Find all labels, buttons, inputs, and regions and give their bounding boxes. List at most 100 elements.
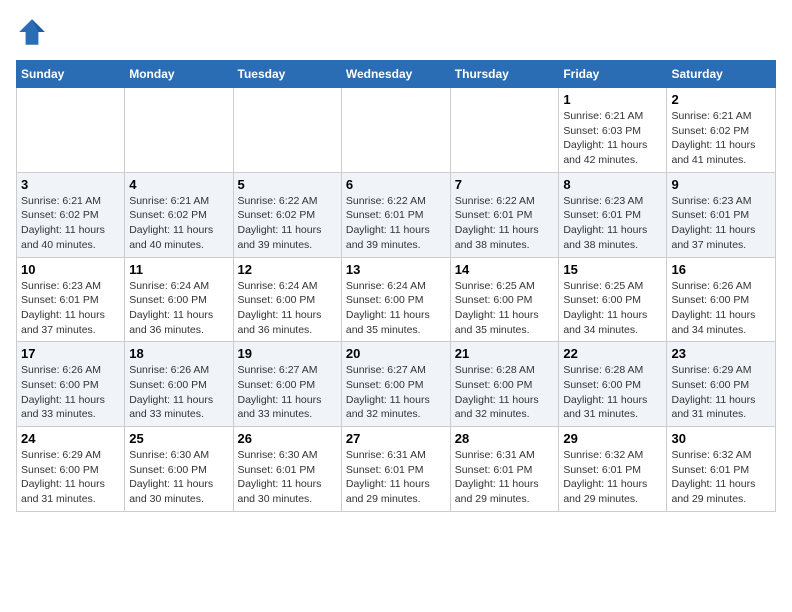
day-number: 4 [129, 177, 228, 192]
calendar-cell: 7 Sunrise: 6:22 AM Sunset: 6:01 PM Daylig… [450, 172, 559, 257]
logo-icon [16, 16, 48, 48]
calendar-cell: 20 Sunrise: 6:27 AM Sunset: 6:00 PM Dayli… [341, 342, 450, 427]
calendar-cell: 23 Sunrise: 6:29 AM Sunset: 6:00 PM Dayli… [667, 342, 776, 427]
calendar-cell [233, 88, 341, 173]
day-info: Sunrise: 6:30 AM Sunset: 6:01 PM Dayligh… [238, 448, 337, 507]
calendar-cell [341, 88, 450, 173]
day-info: Sunrise: 6:30 AM Sunset: 6:00 PM Dayligh… [129, 448, 228, 507]
day-number: 5 [238, 177, 337, 192]
day-number: 12 [238, 262, 337, 277]
calendar-cell: 5 Sunrise: 6:22 AM Sunset: 6:02 PM Daylig… [233, 172, 341, 257]
day-of-week-header: Sunday [17, 61, 125, 88]
calendar-cell: 11Sunrise: 6:24 AM Sunset: 6:00 PM Dayli… [125, 257, 233, 342]
calendar-cell: 24 Sunrise: 6:29 AM Sunset: 6:00 PM Dayli… [17, 427, 125, 512]
day-of-week-header: Wednesday [341, 61, 450, 88]
day-number: 11 [129, 262, 228, 277]
calendar-table: SundayMondayTuesdayWednesdayThursdayFrid… [16, 60, 776, 512]
day-of-week-header: Saturday [667, 61, 776, 88]
calendar-week-row: 10 Sunrise: 6:23 AM Sunset: 6:01 PM Dayli… [17, 257, 776, 342]
calendar-cell: 1Sunrise: 6:21 AM Sunset: 6:03 PM Daylig… [559, 88, 667, 173]
day-info: Sunrise: 6:28 AM Sunset: 6:00 PM Dayligh… [563, 363, 662, 422]
day-info: Sunrise: 6:23 AM Sunset: 6:01 PM Dayligh… [21, 279, 120, 338]
day-info: Sunrise: 6:32 AM Sunset: 6:01 PM Dayligh… [671, 448, 771, 507]
day-info: Sunrise: 6:29 AM Sunset: 6:00 PM Dayligh… [21, 448, 120, 507]
calendar-cell: 28 Sunrise: 6:31 AM Sunset: 6:01 PM Dayli… [450, 427, 559, 512]
calendar-cell: 16 Sunrise: 6:26 AM Sunset: 6:00 PM Dayli… [667, 257, 776, 342]
day-number: 13 [346, 262, 446, 277]
day-number: 16 [671, 262, 771, 277]
calendar-cell [125, 88, 233, 173]
calendar-week-row: 3 Sunrise: 6:21 AM Sunset: 6:02 PM Daylig… [17, 172, 776, 257]
day-info: Sunrise: 6:21 AM Sunset: 6:02 PM Dayligh… [21, 194, 120, 253]
calendar-cell: 2 Sunrise: 6:21 AM Sunset: 6:02 PM Daylig… [667, 88, 776, 173]
calendar-cell: 21Sunrise: 6:28 AM Sunset: 6:00 PM Dayli… [450, 342, 559, 427]
day-info: Sunrise: 6:31 AM Sunset: 6:01 PM Dayligh… [455, 448, 555, 507]
day-info: Sunrise: 6:26 AM Sunset: 6:00 PM Dayligh… [21, 363, 120, 422]
day-number: 6 [346, 177, 446, 192]
calendar-header-row: SundayMondayTuesdayWednesdayThursdayFrid… [17, 61, 776, 88]
day-info: Sunrise: 6:22 AM Sunset: 6:01 PM Dayligh… [455, 194, 555, 253]
day-info: Sunrise: 6:29 AM Sunset: 6:00 PM Dayligh… [671, 363, 771, 422]
calendar-cell: 17 Sunrise: 6:26 AM Sunset: 6:00 PM Dayli… [17, 342, 125, 427]
calendar-cell: 18 Sunrise: 6:26 AM Sunset: 6:00 PM Dayli… [125, 342, 233, 427]
day-number: 28 [455, 431, 555, 446]
day-number: 20 [346, 346, 446, 361]
calendar-cell: 26 Sunrise: 6:30 AM Sunset: 6:01 PM Dayli… [233, 427, 341, 512]
calendar-cell: 25 Sunrise: 6:30 AM Sunset: 6:00 PM Dayli… [125, 427, 233, 512]
day-info: Sunrise: 6:26 AM Sunset: 6:00 PM Dayligh… [129, 363, 228, 422]
day-info: Sunrise: 6:22 AM Sunset: 6:02 PM Dayligh… [238, 194, 337, 253]
calendar-cell: 8 Sunrise: 6:23 AM Sunset: 6:01 PM Daylig… [559, 172, 667, 257]
day-number: 8 [563, 177, 662, 192]
calendar-week-row: 24 Sunrise: 6:29 AM Sunset: 6:00 PM Dayli… [17, 427, 776, 512]
day-number: 2 [671, 92, 771, 107]
day-number: 25 [129, 431, 228, 446]
calendar-cell: 19Sunrise: 6:27 AM Sunset: 6:00 PM Dayli… [233, 342, 341, 427]
calendar-cell: 3 Sunrise: 6:21 AM Sunset: 6:02 PM Daylig… [17, 172, 125, 257]
day-number: 24 [21, 431, 120, 446]
day-info: Sunrise: 6:23 AM Sunset: 6:01 PM Dayligh… [563, 194, 662, 253]
day-number: 27 [346, 431, 446, 446]
day-info: Sunrise: 6:21 AM Sunset: 6:02 PM Dayligh… [671, 109, 771, 168]
day-number: 29 [563, 431, 662, 446]
day-number: 9 [671, 177, 771, 192]
day-of-week-header: Tuesday [233, 61, 341, 88]
calendar-cell: 13 Sunrise: 6:24 AM Sunset: 6:00 PM Dayli… [341, 257, 450, 342]
calendar-cell: 10 Sunrise: 6:23 AM Sunset: 6:01 PM Dayli… [17, 257, 125, 342]
day-info: Sunrise: 6:32 AM Sunset: 6:01 PM Dayligh… [563, 448, 662, 507]
day-number: 10 [21, 262, 120, 277]
calendar-cell: 9 Sunrise: 6:23 AM Sunset: 6:01 PM Daylig… [667, 172, 776, 257]
day-info: Sunrise: 6:25 AM Sunset: 6:00 PM Dayligh… [563, 279, 662, 338]
day-number: 30 [671, 431, 771, 446]
day-info: Sunrise: 6:21 AM Sunset: 6:02 PM Dayligh… [129, 194, 228, 253]
day-number: 15 [563, 262, 662, 277]
day-info: Sunrise: 6:22 AM Sunset: 6:01 PM Dayligh… [346, 194, 446, 253]
day-info: Sunrise: 6:27 AM Sunset: 6:00 PM Dayligh… [346, 363, 446, 422]
calendar-cell: 4 Sunrise: 6:21 AM Sunset: 6:02 PM Daylig… [125, 172, 233, 257]
day-number: 7 [455, 177, 555, 192]
calendar-cell: 27Sunrise: 6:31 AM Sunset: 6:01 PM Dayli… [341, 427, 450, 512]
calendar-cell [17, 88, 125, 173]
calendar-week-row: 17 Sunrise: 6:26 AM Sunset: 6:00 PM Dayli… [17, 342, 776, 427]
page-header [16, 16, 776, 48]
day-number: 3 [21, 177, 120, 192]
day-info: Sunrise: 6:24 AM Sunset: 6:00 PM Dayligh… [346, 279, 446, 338]
day-info: Sunrise: 6:27 AM Sunset: 6:00 PM Dayligh… [238, 363, 337, 422]
day-info: Sunrise: 6:23 AM Sunset: 6:01 PM Dayligh… [671, 194, 771, 253]
calendar-cell: 29 Sunrise: 6:32 AM Sunset: 6:01 PM Dayli… [559, 427, 667, 512]
day-number: 23 [671, 346, 771, 361]
day-number: 26 [238, 431, 337, 446]
day-of-week-header: Thursday [450, 61, 559, 88]
day-number: 17 [21, 346, 120, 361]
day-number: 14 [455, 262, 555, 277]
day-number: 22 [563, 346, 662, 361]
calendar-cell: 22 Sunrise: 6:28 AM Sunset: 6:00 PM Dayli… [559, 342, 667, 427]
calendar-cell [450, 88, 559, 173]
logo [16, 16, 52, 48]
calendar-cell: 12Sunrise: 6:24 AM Sunset: 6:00 PM Dayli… [233, 257, 341, 342]
day-of-week-header: Monday [125, 61, 233, 88]
calendar-cell: 15 Sunrise: 6:25 AM Sunset: 6:00 PM Dayli… [559, 257, 667, 342]
day-info: Sunrise: 6:25 AM Sunset: 6:00 PM Dayligh… [455, 279, 555, 338]
day-info: Sunrise: 6:21 AM Sunset: 6:03 PM Dayligh… [563, 109, 662, 168]
day-info: Sunrise: 6:26 AM Sunset: 6:00 PM Dayligh… [671, 279, 771, 338]
day-number: 18 [129, 346, 228, 361]
